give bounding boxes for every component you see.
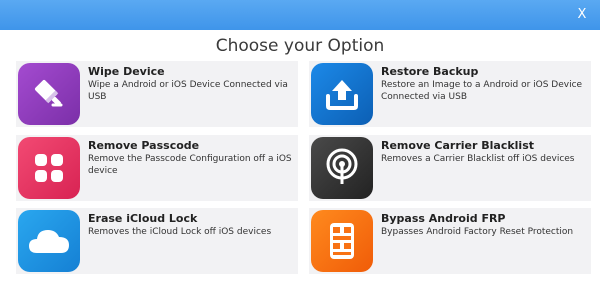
option-title: Remove Carrier Blacklist [381, 139, 535, 152]
option-title: Wipe Device [88, 65, 165, 78]
close-button[interactable]: X [572, 5, 592, 25]
option-description: Restore an Image to a Android or iOS Dev… [381, 80, 583, 102]
option-erase-icloud-lock[interactable]: Erase iCloud Lock Removes the iCloud Loc… [16, 208, 298, 274]
chip-icon [311, 210, 373, 272]
option-title: Bypass Android FRP [381, 212, 506, 225]
page-title: Choose your Option [215, 36, 385, 56]
option-wipe-device[interactable]: Wipe Device Wipe a Android or iOS Device… [16, 61, 298, 127]
upload-icon [311, 63, 373, 125]
cloud-icon [18, 210, 80, 272]
signal-icon [311, 137, 373, 199]
option-title: Erase iCloud Lock [88, 212, 198, 225]
option-title: Restore Backup [381, 65, 479, 78]
eraser-icon [18, 63, 80, 125]
option-remove-passcode[interactable]: Remove Passcode Remove the Passcode Conf… [16, 135, 298, 201]
option-remove-carrier-blacklist[interactable]: Remove Carrier Blacklist Removes a Carri… [309, 135, 591, 201]
title-bar: X [0, 0, 600, 30]
option-description: Bypasses Android Factory Reset Protectio… [381, 227, 574, 237]
option-restore-backup[interactable]: Restore Backup Restore an Image to a And… [309, 61, 591, 127]
option-bypass-android-frp[interactable]: Bypass Android FRP Bypasses Android Fact… [309, 208, 591, 274]
option-title: Remove Passcode [88, 139, 200, 152]
option-description: Removes the iCloud Lock off iOS devices [88, 227, 272, 237]
option-description: Wipe a Android or iOS Device Connected v… [88, 80, 288, 102]
option-description: Remove the Passcode Configuration off a … [88, 154, 292, 176]
keypad-icon [18, 137, 80, 199]
option-description: Removes a Carrier Blacklist off iOS devi… [381, 154, 575, 164]
